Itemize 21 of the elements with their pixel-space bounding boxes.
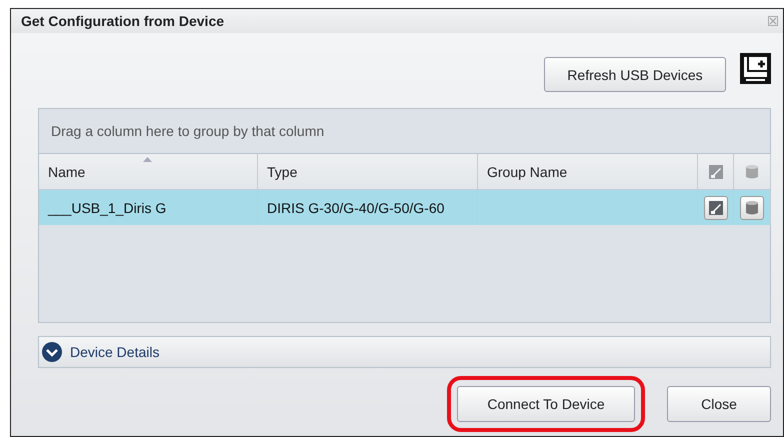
column-header[interactable]: Name — [39, 154, 258, 189]
group-by-hint: Drag a column here to group by that column — [51, 123, 324, 139]
cylinder-icon — [745, 200, 759, 216]
column-header[interactable]: Group Name — [478, 154, 698, 189]
table-cell: DIRIS G-30/G-40/G-50/G-60 — [267, 200, 444, 216]
connect-button[interactable]: Connect To Device — [457, 386, 635, 422]
sort-arrow-icon — [143, 157, 152, 162]
refresh-button[interactable]: Refresh USB Devices — [544, 57, 726, 92]
pen-icon — [708, 200, 724, 216]
add-device-icon[interactable] — [740, 53, 771, 84]
window-title: Get Configuration from Device — [21, 13, 224, 29]
table-row[interactable]: ___USB_1_Diris G DIRIS G-30/G-40/G-50/G-60 — [39, 190, 770, 225]
close-button[interactable]: Close — [667, 386, 771, 422]
cylinder-icon — [745, 164, 759, 180]
chevron-down-icon — [42, 342, 62, 362]
edit-button[interactable] — [704, 196, 728, 220]
column-header[interactable]: Type — [258, 154, 478, 189]
storage-button[interactable] — [740, 196, 764, 220]
table-cell: ___USB_1_Diris G — [48, 200, 166, 216]
device-details-expander[interactable]: Device Details — [38, 336, 771, 368]
pen-icon — [708, 164, 724, 180]
